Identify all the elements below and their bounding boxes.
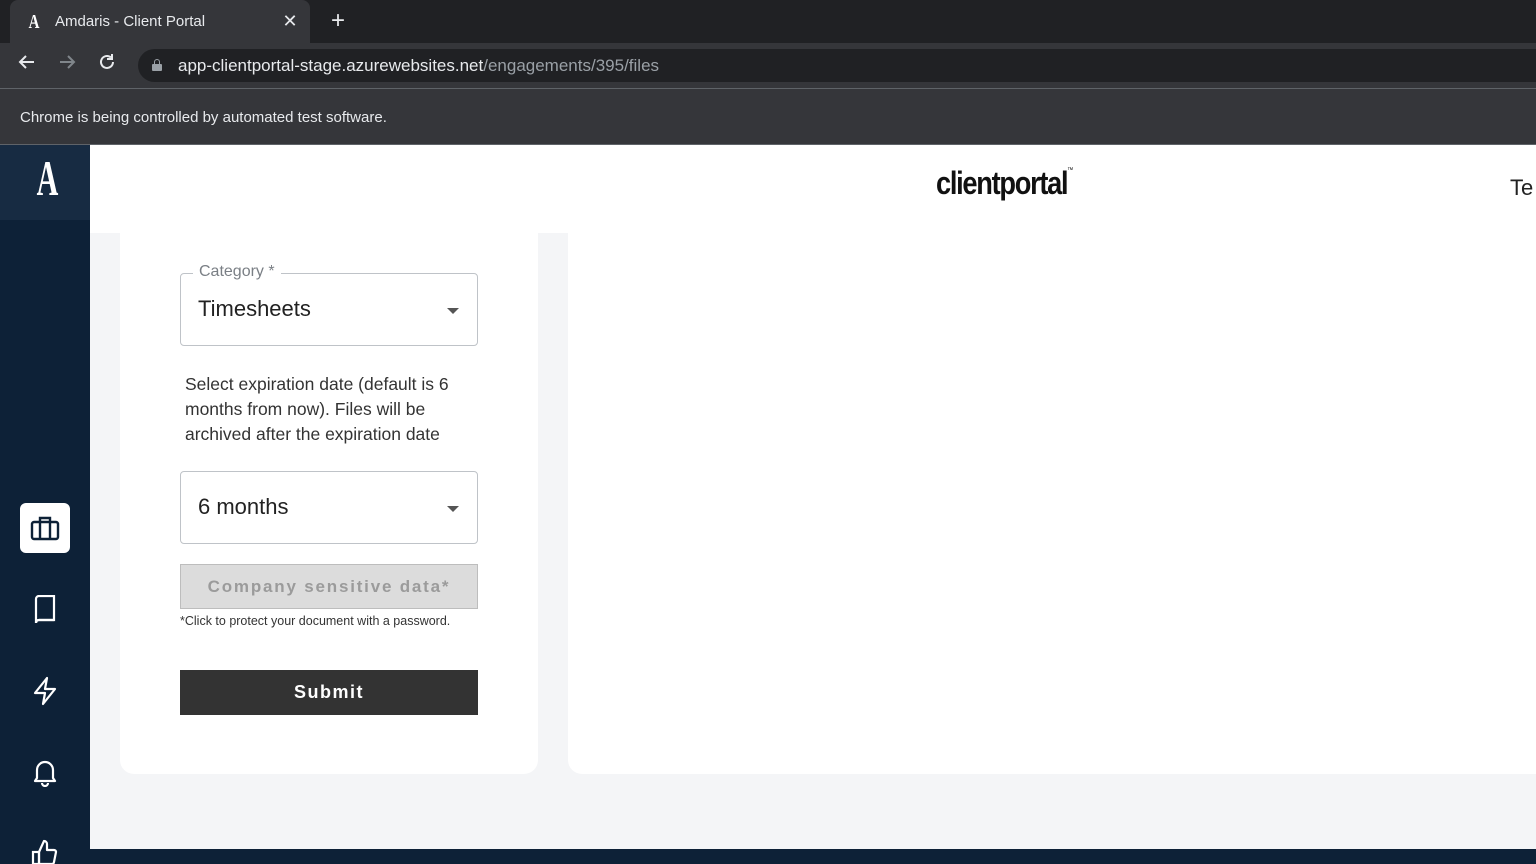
sidebar-item-engagements[interactable]: [20, 503, 70, 553]
expiration-select[interactable]: 6 months: [180, 471, 478, 544]
reload-button[interactable]: [94, 52, 120, 78]
user-menu[interactable]: Te: [1510, 175, 1533, 201]
lock-icon: [152, 59, 162, 71]
thumbs-up-icon: [31, 839, 58, 864]
briefcase-icon: [30, 516, 60, 541]
app-header: clientportal™ Te: [90, 145, 1536, 233]
expiration-help-text: Select expiration date (default is 6 mon…: [185, 374, 449, 444]
book-icon: [34, 595, 56, 624]
category-select[interactable]: Category * Timesheets: [180, 263, 478, 346]
footer-bar: [90, 849, 1536, 864]
category-label: Category *: [193, 263, 281, 281]
upload-form-card: Category * Timesheets Select expiration …: [120, 233, 538, 774]
automation-infobar: Chrome is being controlled by automated …: [0, 88, 1536, 145]
tab-title: Amdaris - Client Portal: [55, 13, 206, 30]
browser-tab[interactable]: A Amdaris - Client Portal ✕: [10, 0, 310, 43]
sidebar-item-feedback[interactable]: [20, 828, 70, 864]
brand-logo: clientportal™: [936, 165, 1074, 201]
new-tab-button[interactable]: +: [325, 8, 351, 34]
forward-arrow-icon: [60, 55, 76, 69]
back-button[interactable]: [14, 52, 40, 78]
bell-icon: [33, 760, 57, 787]
lightning-icon: [33, 676, 57, 706]
sensitive-hint-text: *Click to protect your document with a p…: [180, 614, 451, 628]
dropdown-caret-icon: [447, 308, 459, 314]
amdaris-logo-icon: A: [36, 150, 59, 206]
forward-button[interactable]: [54, 52, 80, 78]
files-panel: [568, 233, 1536, 774]
dropdown-caret-icon: [447, 506, 459, 512]
sidebar-item-notifications[interactable]: [20, 747, 70, 797]
company-sensitive-data-button[interactable]: Company sensitive data*: [180, 564, 478, 609]
reload-icon: [100, 54, 114, 69]
submit-button[interactable]: Submit: [180, 670, 478, 715]
browser-tabbar: A Amdaris - Client Portal ✕ +: [0, 0, 1536, 43]
logo[interactable]: A: [0, 145, 90, 220]
url-text: app-clientportal-stage.azurewebsites.net…: [178, 56, 660, 75]
amdaris-favicon-icon: A: [28, 10, 40, 33]
app-sidebar: A: [0, 145, 90, 864]
address-bar[interactable]: app-clientportal-stage.azurewebsites.net…: [138, 49, 1536, 82]
browser-toolbar: app-clientportal-stage.azurewebsites.net…: [0, 43, 1536, 88]
close-icon[interactable]: ✕: [278, 11, 302, 32]
infobar-text: Chrome is being controlled by automated …: [20, 109, 387, 126]
sidebar-item-activity[interactable]: [20, 666, 70, 716]
sidebar-item-documents[interactable]: [20, 585, 70, 635]
category-value: Timesheets: [198, 296, 311, 321]
back-arrow-icon: [18, 55, 34, 69]
expiration-value: 6 months: [198, 494, 289, 519]
